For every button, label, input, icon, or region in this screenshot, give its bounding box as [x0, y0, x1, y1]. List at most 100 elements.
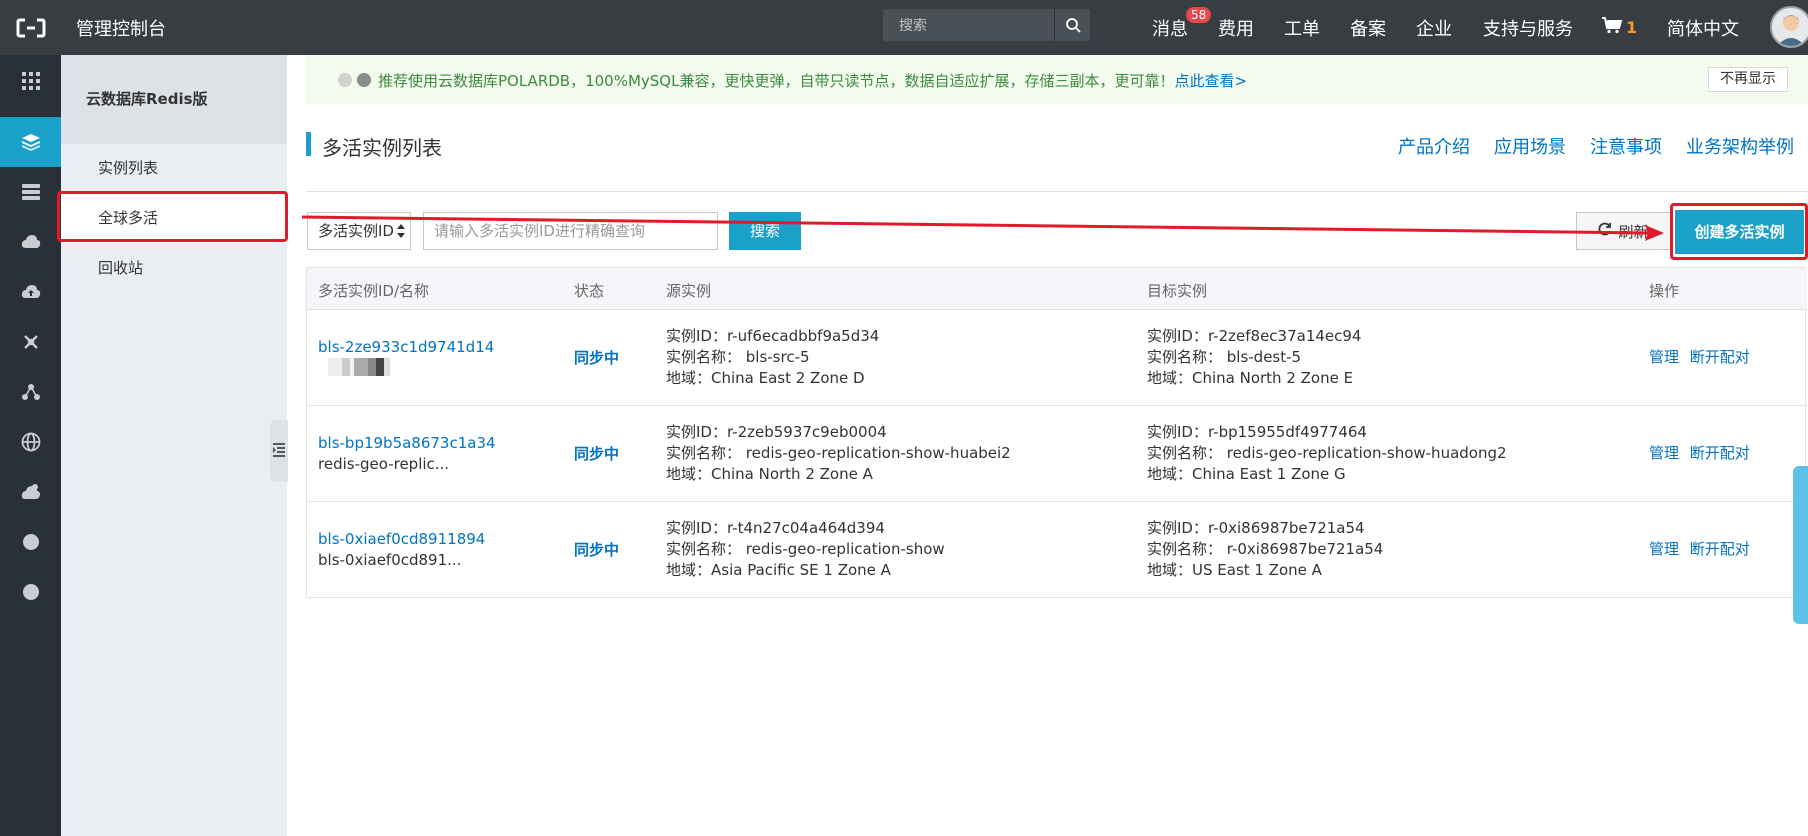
- nav-messages[interactable]: 消息: [1152, 0, 1188, 55]
- console-title[interactable]: 管理控制台: [76, 15, 166, 41]
- target-instance-name: 实例名称： bls-dest-5: [1147, 348, 1302, 366]
- target-instance-id: 实例ID：r-2zef8ec37a14ec94: [1147, 327, 1362, 345]
- cart-icon: [1601, 16, 1623, 39]
- cloud-upload-icon[interactable]: [0, 267, 61, 317]
- table-row: bls-bp19b5a8673c1a34 redis-geo-replic...…: [307, 406, 1807, 502]
- page-title: 多活实例列表: [322, 136, 442, 160]
- server-icon[interactable]: [0, 167, 61, 217]
- search-icon[interactable]: [1054, 9, 1090, 41]
- sidebar-item-recycle-bin[interactable]: 回收站: [61, 243, 287, 293]
- col-header-target: 目标实例: [1147, 282, 1208, 300]
- col-header-ops: 操作: [1649, 282, 1680, 300]
- row-id-cell: bls-0xiaef0cd8911894 bls-0xiaef0cd891...: [318, 529, 485, 571]
- row-status: 同步中: [574, 349, 620, 367]
- redis-database-icon[interactable]: [0, 117, 61, 167]
- row-status: 同步中: [574, 541, 620, 559]
- sidebar-item-global-active[interactable]: 全球多活: [61, 193, 287, 243]
- row-ops: 管理 断开配对: [1649, 346, 1750, 367]
- instance-name: bls-0xiaef0cd891...: [318, 551, 462, 569]
- nav-tickets[interactable]: 工单: [1284, 0, 1320, 55]
- link-product-intro[interactable]: 产品介绍: [1398, 133, 1470, 159]
- table-row: bls-2ze933c1d9741d14 同步中 实例ID：r-uf6ecadb…: [307, 310, 1807, 406]
- row-source-cell: 实例ID：r-uf6ecadbbf9a5d34 实例名称： bls-src-5 …: [666, 326, 879, 389]
- link-use-cases[interactable]: 应用场景: [1494, 133, 1566, 159]
- row-ops: 管理 断开配对: [1649, 442, 1750, 463]
- pager-dot[interactable]: [338, 73, 352, 87]
- instance-id-link[interactable]: bls-2ze933c1d9741d14: [318, 337, 494, 358]
- disconnect-link[interactable]: 断开配对: [1690, 348, 1750, 366]
- create-instance-button[interactable]: 创建多活实例: [1675, 210, 1804, 254]
- target-instance-id: 实例ID：r-0xi86987be721a54: [1147, 519, 1365, 537]
- pager-dot-active[interactable]: [357, 73, 371, 87]
- source-instance-name: 实例名称： bls-src-5: [666, 348, 810, 366]
- link-architecture-examples[interactable]: 业务架构举例: [1686, 133, 1794, 159]
- product-icon-rail: [0, 55, 61, 836]
- source-instance-region: 地域：China East 2 Zone D: [666, 369, 865, 387]
- secondary-sidebar: 云数据库Redis版 实例列表 全球多活 回收站: [61, 55, 287, 836]
- notice-link[interactable]: 点此查看>: [1174, 72, 1247, 90]
- disconnect-link[interactable]: 断开配对: [1690, 444, 1750, 462]
- manage-link[interactable]: 管理: [1649, 540, 1679, 558]
- source-instance-id: 实例ID：r-2zeb5937c9eb0004: [666, 423, 887, 441]
- instance-id-link[interactable]: bls-bp19b5a8673c1a34: [318, 433, 496, 454]
- manage-link[interactable]: 管理: [1649, 444, 1679, 462]
- circle-icon-2[interactable]: [0, 567, 61, 617]
- notice-dismiss-button[interactable]: 不再显示: [1708, 67, 1788, 92]
- instance-id-link[interactable]: bls-0xiaef0cd8911894: [318, 529, 485, 550]
- target-instance-id: 实例ID：r-bp15955df4977464: [1147, 423, 1367, 441]
- col-header-source: 源实例: [666, 282, 712, 300]
- source-instance-name: 实例名称： redis-geo-replication-show-huabei2: [666, 444, 1011, 462]
- promo-notice: 推荐使用云数据库POLARDB，100%MySQL兼容，更快更弹，自带只读节点，…: [306, 55, 1808, 104]
- globe-icon[interactable]: [0, 417, 61, 467]
- instance-name: redis-geo-replic...: [318, 455, 450, 473]
- messages-badge: 58: [1186, 7, 1212, 23]
- table-row: bls-0xiaef0cd8911894 bls-0xiaef0cd891...…: [307, 502, 1807, 598]
- redacted-name: [328, 358, 390, 376]
- notice-pager[interactable]: [338, 73, 371, 87]
- all-products-grid-icon[interactable]: [0, 56, 61, 106]
- search-button[interactable]: 搜索: [729, 212, 801, 250]
- table-header: 多活实例ID/名称 状态 源实例 目标实例 操作: [307, 268, 1807, 310]
- cloud-stack-icon[interactable]: [0, 217, 61, 267]
- notice-text: 推荐使用云数据库POLARDB，100%MySQL兼容，更快更弹，自带只读节点，…: [378, 72, 1175, 90]
- user-avatar[interactable]: [1770, 6, 1808, 48]
- notice-text-wrap: 推荐使用云数据库POLARDB，100%MySQL兼容，更快更弹，自带只读节点，…: [378, 70, 1247, 91]
- row-target-cell: 实例ID：r-2zef8ec37a14ec94 实例名称： bls-dest-5…: [1147, 326, 1361, 389]
- source-instance-region: 地域：Asia Pacific SE 1 Zone A: [666, 561, 891, 579]
- updown-caret-icon: [397, 213, 405, 264]
- page-help-links: 产品介绍 应用场景 注意事项 业务架构举例: [1398, 133, 1794, 159]
- topology-icon[interactable]: [0, 367, 61, 417]
- search-field-select[interactable]: 多活实例ID: [307, 212, 411, 250]
- aliyun-logo-icon[interactable]: [0, 0, 61, 55]
- row-source-cell: 实例ID：r-2zeb5937c9eb0004 实例名称： redis-geo-…: [666, 422, 1011, 485]
- top-search-input[interactable]: 搜索: [899, 15, 1054, 35]
- nav-fees[interactable]: 费用: [1218, 0, 1254, 55]
- link-notes[interactable]: 注意事项: [1590, 133, 1662, 159]
- network-cross-icon[interactable]: [0, 317, 61, 367]
- cart-button[interactable]: 1: [1601, 0, 1637, 55]
- nav-support[interactable]: 支持与服务: [1483, 0, 1573, 55]
- source-instance-id: 实例ID：r-uf6ecadbbf9a5d34: [666, 327, 880, 345]
- language-switch[interactable]: 简体中文: [1667, 0, 1739, 55]
- instance-id-search-input[interactable]: 请输入多活实例ID进行精确查询: [423, 212, 718, 250]
- sidebar-item-instance-list[interactable]: 实例列表: [61, 143, 287, 193]
- refresh-button[interactable]: 刷新: [1576, 212, 1671, 250]
- row-ops: 管理 断开配对: [1649, 538, 1750, 559]
- target-instance-region: 地域：China North 2 Zone E: [1147, 369, 1354, 387]
- nav-enterprise[interactable]: 企业: [1416, 0, 1452, 55]
- row-target-cell: 实例ID：r-bp15955df4977464 实例名称： redis-geo-…: [1147, 422, 1507, 485]
- target-instance-region: 地域：US East 1 Zone A: [1147, 561, 1322, 579]
- cloud-monitor-icon[interactable]: [0, 467, 61, 517]
- nav-icp[interactable]: 备案: [1350, 0, 1386, 55]
- disconnect-link[interactable]: 断开配对: [1690, 540, 1750, 558]
- col-header-status: 状态: [574, 282, 605, 300]
- source-instance-id: 实例ID：r-t4n27c04a464d394: [666, 519, 885, 537]
- consult-side-tab[interactable]: [1793, 466, 1808, 624]
- top-search-box[interactable]: 搜索: [883, 9, 1090, 41]
- target-instance-name: 实例名称： r-0xi86987be721a54: [1147, 540, 1384, 558]
- sidebar-collapse-toggle[interactable]: [270, 420, 288, 482]
- row-id-cell: bls-2ze933c1d9741d14: [318, 337, 494, 380]
- collapse-icon: [273, 442, 285, 461]
- manage-link[interactable]: 管理: [1649, 348, 1679, 366]
- circle-icon-1[interactable]: [0, 517, 61, 567]
